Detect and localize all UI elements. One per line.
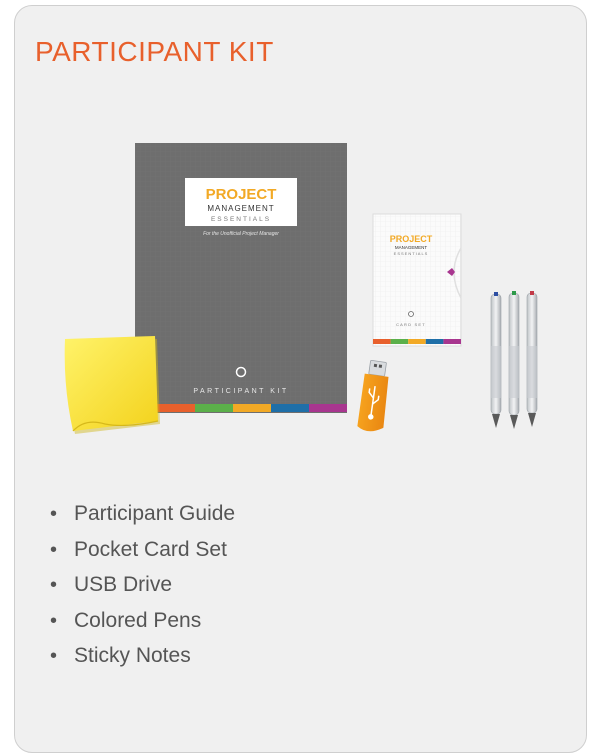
list-item: • Pocket Card Set (50, 537, 235, 575)
list-item-label: Pocket Card Set (74, 537, 227, 561)
guide-tagline: For the Unofficial Project Manager (203, 231, 279, 237)
bullet: • (50, 645, 58, 668)
guide-label: PARTICIPANT KIT (193, 388, 288, 395)
sticky-notes-image (64, 336, 160, 434)
bullet: • (50, 609, 58, 632)
participant-kit-card: PARTICIPANT KIT PROJECT MANAGEMENT ESSEN… (14, 5, 587, 753)
bullet: • (50, 503, 58, 525)
bullet: • (50, 574, 58, 597)
list-item: • Participant Guide (50, 503, 235, 539)
list-item-label: Participant Guide (74, 502, 236, 525)
list-item: • Sticky Notes (50, 645, 235, 681)
list-item-label: Sticky Notes (74, 644, 191, 668)
list-item-label: USB Drive (74, 573, 173, 597)
card-set-brand-line3: ESSENTIALS (394, 251, 429, 256)
kit-illustration: PROJECT MANAGEMENT ESSENTIALS For the Un… (64, 143, 538, 434)
guide-brand-line1: PROJECT (206, 186, 277, 203)
card-set-brand-line1: PROJECT (390, 234, 433, 244)
card-set-label: CARD SET (396, 322, 426, 327)
bullet: • (50, 538, 58, 561)
participant-guide-image: PROJECT MANAGEMENT ESSENTIALS For the Un… (135, 143, 347, 413)
colored-pens-image (490, 291, 538, 429)
list-item: • Colored Pens (50, 608, 235, 646)
kit-items-list: • Participant Guide • Pocket Card Set • USB… (50, 503, 235, 681)
usb-drive-image (357, 360, 389, 432)
list-item: • USB Drive (50, 574, 235, 610)
pocket-card-set-image: PROJECT MANAGEMENT ESSENTIALS CARD SET (372, 213, 462, 347)
guide-brand-line3: ESSENTIALS (211, 216, 271, 223)
guide-brand-line2: MANAGEMENT (207, 204, 274, 213)
list-item-label: Colored Pens (74, 608, 202, 632)
card-set-brand-line2: MANAGEMENT (395, 245, 428, 250)
